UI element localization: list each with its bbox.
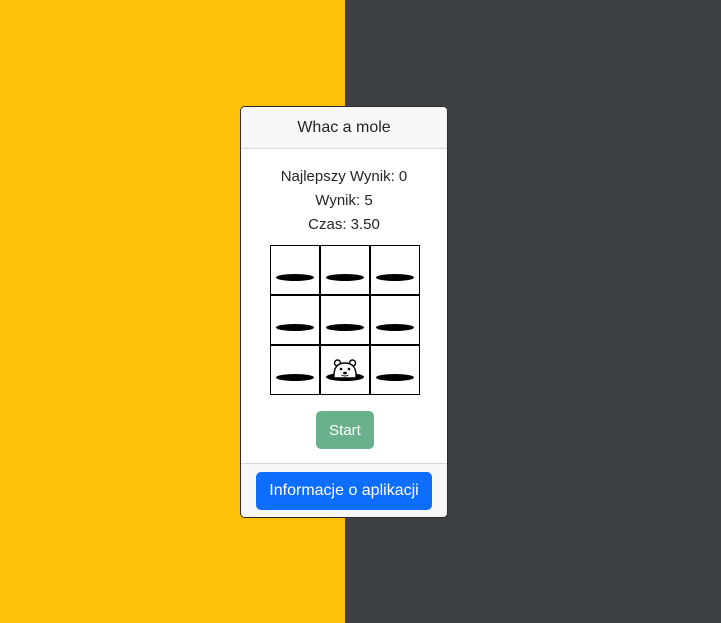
- hole-icon: [326, 324, 364, 331]
- board-cell[interactable]: [320, 345, 370, 395]
- board-cell[interactable]: [370, 295, 420, 345]
- time-remaining: Czas: 3.50: [308, 216, 380, 233]
- hole-icon: [276, 274, 314, 281]
- hole-icon: [326, 274, 364, 281]
- board-cell[interactable]: [370, 345, 420, 395]
- hole-icon: [376, 374, 414, 381]
- board-cell[interactable]: [270, 295, 320, 345]
- card-footer: Informacje o aplikacji: [241, 463, 447, 517]
- mole-board: [270, 245, 420, 395]
- mole-icon[interactable]: [321, 346, 369, 394]
- game-card: Whac a mole Najlepszy Wynik: 0 Wynik: 5 …: [240, 106, 448, 518]
- current-score: Wynik: 5: [315, 192, 373, 209]
- board-cell[interactable]: [320, 295, 370, 345]
- board-cell[interactable]: [320, 245, 370, 295]
- game-title: Whac a mole: [241, 107, 447, 149]
- game-body: Najlepszy Wynik: 0 Wynik: 5 Czas: 3.50 S…: [241, 149, 447, 465]
- board-cell[interactable]: [270, 345, 320, 395]
- start-button[interactable]: Start: [316, 411, 374, 449]
- board-cell[interactable]: [370, 245, 420, 295]
- best-score: Najlepszy Wynik: 0: [280, 168, 408, 185]
- hole-icon: [276, 324, 314, 331]
- board-cell[interactable]: [270, 245, 320, 295]
- hole-icon: [376, 274, 414, 281]
- app-info-button[interactable]: Informacje o aplikacji: [256, 471, 432, 510]
- hole-icon: [276, 374, 314, 381]
- hole-icon: [376, 324, 414, 331]
